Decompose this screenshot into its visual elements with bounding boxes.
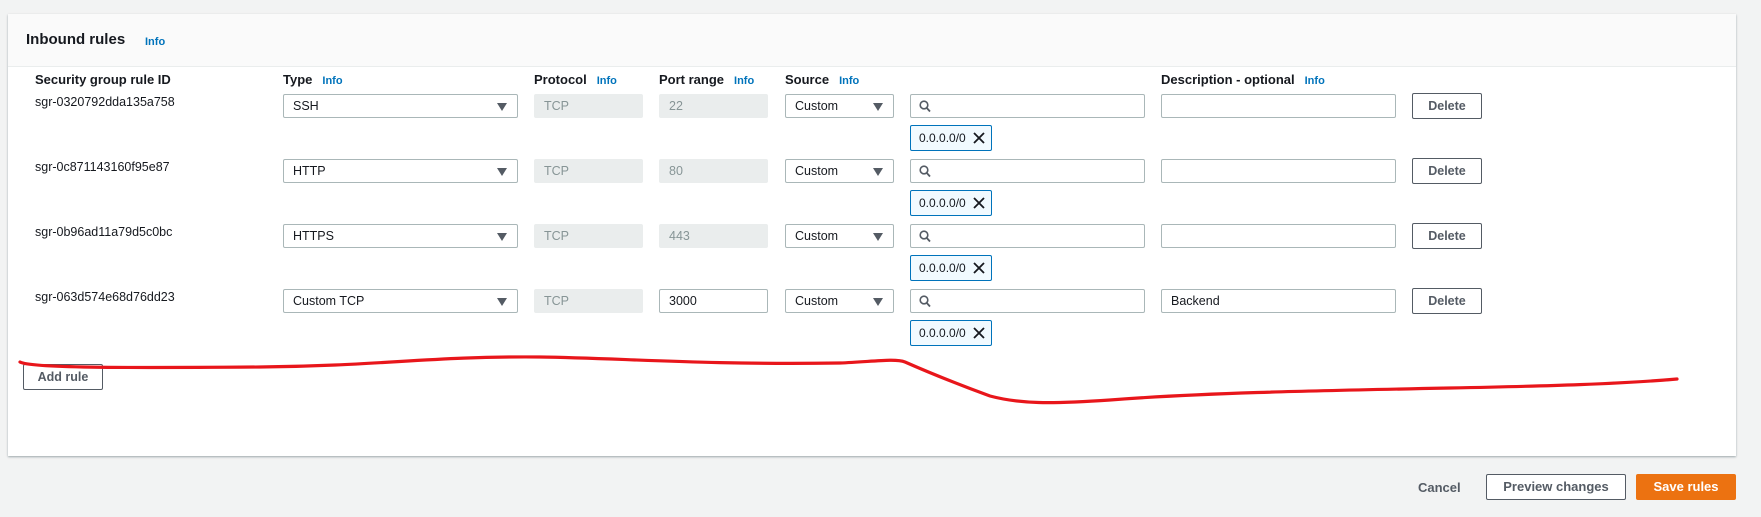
source-search-input[interactable] <box>910 289 1145 313</box>
panel-info-link[interactable]: Info <box>145 36 165 48</box>
chevron-down-icon <box>497 298 507 306</box>
protocol-info-link[interactable]: Info <box>597 75 617 87</box>
search-icon <box>919 295 931 308</box>
source-select[interactable]: Custom <box>785 289 894 313</box>
type-select[interactable]: SSH <box>283 94 518 118</box>
cidr-token: 0.0.0.0/0 <box>910 255 992 281</box>
rule-id: sgr-0b96ad11a79d5c0bc <box>35 225 173 239</box>
chevron-down-icon <box>497 168 507 176</box>
description-input[interactable] <box>1161 159 1396 183</box>
protocol-field: TCP <box>534 94 643 118</box>
search-icon <box>919 165 931 178</box>
source-search-input[interactable] <box>910 224 1145 248</box>
column-header-type: Type Info <box>283 72 343 87</box>
chevron-down-icon <box>873 233 883 241</box>
cidr-token: 0.0.0.0/0 <box>910 125 992 151</box>
type-info-link[interactable]: Info <box>322 75 342 87</box>
port-range-field: 443 <box>659 224 768 248</box>
rule-id: sgr-063d574e68d76dd23 <box>35 290 175 304</box>
cidr-token: 0.0.0.0/0 <box>910 190 992 216</box>
type-select[interactable]: HTTP <box>283 159 518 183</box>
search-icon <box>919 230 931 243</box>
source-select[interactable]: Custom <box>785 159 894 183</box>
protocol-field: TCP <box>534 289 643 313</box>
description-input[interactable] <box>1161 224 1396 248</box>
column-header-port-range: Port range Info <box>659 72 755 87</box>
chevron-down-icon <box>873 298 883 306</box>
panel-title: Inbound rules <box>26 31 126 48</box>
inbound-rules-panel: Inbound rules Info Security group rule I… <box>8 14 1736 456</box>
column-header-description: Description - optional Info <box>1161 72 1325 87</box>
chevron-down-icon <box>873 103 883 111</box>
close-icon[interactable] <box>973 197 985 209</box>
column-header-protocol: Protocol Info <box>534 72 617 87</box>
source-select[interactable]: Custom <box>785 224 894 248</box>
preview-changes-button[interactable]: Preview changes <box>1486 474 1626 500</box>
port-range-field: 22 <box>659 94 768 118</box>
column-header-rule-id: Security group rule ID <box>35 72 171 87</box>
source-info-link[interactable]: Info <box>839 75 859 87</box>
source-select[interactable]: Custom <box>785 94 894 118</box>
type-select[interactable]: HTTPS <box>283 224 518 248</box>
delete-button[interactable]: Delete <box>1412 158 1482 184</box>
protocol-field: TCP <box>534 224 643 248</box>
source-search-input[interactable] <box>910 159 1145 183</box>
delete-button[interactable]: Delete <box>1412 93 1482 119</box>
chevron-down-icon <box>497 103 507 111</box>
cidr-token: 0.0.0.0/0 <box>910 320 992 346</box>
port-range-input[interactable]: 3000 <box>659 289 768 313</box>
close-icon[interactable] <box>973 262 985 274</box>
close-icon[interactable] <box>973 132 985 144</box>
cancel-link[interactable]: Cancel <box>1418 480 1461 495</box>
protocol-field: TCP <box>534 159 643 183</box>
description-input[interactable] <box>1161 94 1396 118</box>
column-header-source: Source Info <box>785 72 860 87</box>
port-range-field: 80 <box>659 159 768 183</box>
chevron-down-icon <box>497 233 507 241</box>
description-info-link[interactable]: Info <box>1305 75 1325 87</box>
chevron-down-icon <box>873 168 883 176</box>
add-rule-button[interactable]: Add rule <box>23 364 103 390</box>
description-input[interactable]: Backend <box>1161 289 1396 313</box>
rule-id: sgr-0320792dda135a758 <box>35 95 175 109</box>
panel-header: Inbound rules Info <box>8 14 1736 67</box>
port-range-info-link[interactable]: Info <box>734 75 754 87</box>
type-select[interactable]: Custom TCP <box>283 289 518 313</box>
delete-button[interactable]: Delete <box>1412 223 1482 249</box>
search-icon <box>919 100 931 113</box>
delete-button[interactable]: Delete <box>1412 288 1482 314</box>
rule-id: sgr-0c871143160f95e87 <box>35 160 170 174</box>
source-search-input[interactable] <box>910 94 1145 118</box>
save-rules-button[interactable]: Save rules <box>1636 474 1736 500</box>
close-icon[interactable] <box>973 327 985 339</box>
